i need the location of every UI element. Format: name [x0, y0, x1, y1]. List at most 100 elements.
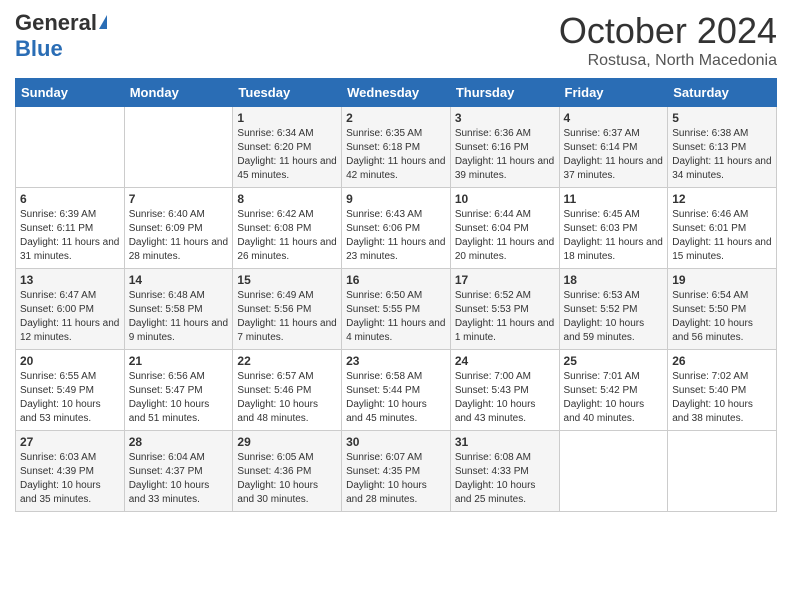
day-number: 2: [346, 111, 446, 125]
day-info: Sunrise: 6:37 AMSunset: 6:14 PMDaylight:…: [564, 127, 664, 183]
calendar-cell: 9 Sunrise: 6:43 AMSunset: 6:06 PMDaylight…: [342, 188, 451, 269]
header-day-monday: Monday: [124, 79, 233, 107]
day-number: 4: [564, 111, 664, 125]
day-info: Sunrise: 6:55 AMSunset: 5:49 PMDaylight:…: [20, 370, 120, 426]
calendar-cell: 18Sunrise: 6:53 AMSunset: 5:52 PMDayligh…: [559, 269, 668, 350]
calendar-cell: 23Sunrise: 6:58 AMSunset: 5:44 PMDayligh…: [342, 350, 451, 431]
calendar-cell: 24Sunrise: 7:00 AMSunset: 5:43 PMDayligh…: [450, 350, 559, 431]
calendar-week-2: 6 Sunrise: 6:39 AMSunset: 6:11 PMDaylight…: [16, 188, 777, 269]
day-info: Sunrise: 6:44 AMSunset: 6:04 PMDaylight:…: [455, 208, 555, 264]
day-info: Sunrise: 6:52 AMSunset: 5:53 PMDaylight:…: [455, 289, 555, 345]
header-day-saturday: Saturday: [668, 79, 777, 107]
logo: General Blue: [15, 10, 107, 62]
header-day-wednesday: Wednesday: [342, 79, 451, 107]
calendar-cell: [559, 431, 668, 512]
calendar-cell: 12 Sunrise: 6:46 AMSunset: 6:01 PMDayligh…: [668, 188, 777, 269]
calendar-cell: [16, 107, 125, 188]
day-info: Sunrise: 6:48 AMSunset: 5:58 PMDaylight:…: [129, 289, 229, 345]
day-number: 30: [346, 435, 446, 449]
logo-blue-text: Blue: [15, 36, 63, 62]
calendar-cell: 14 Sunrise: 6:48 AMSunset: 5:58 PMDayligh…: [124, 269, 233, 350]
calendar-cell: 3Sunrise: 6:36 AMSunset: 6:16 PMDaylight…: [450, 107, 559, 188]
month-title: October 2024: [559, 10, 777, 52]
calendar-cell: 27 Sunrise: 6:03 AMSunset: 4:39 PMDayligh…: [16, 431, 125, 512]
day-info: Sunrise: 6:42 AMSunset: 6:08 PMDaylight:…: [237, 208, 337, 264]
day-info: Sunrise: 6:07 AMSunset: 4:35 PMDaylight:…: [346, 451, 446, 507]
calendar-cell: 20 Sunrise: 6:55 AMSunset: 5:49 PMDayligh…: [16, 350, 125, 431]
header-day-tuesday: Tuesday: [233, 79, 342, 107]
header-day-thursday: Thursday: [450, 79, 559, 107]
calendar-cell: 25 Sunrise: 7:01 AMSunset: 5:42 PMDayligh…: [559, 350, 668, 431]
page: General Blue October 2024 Rostusa, North…: [0, 0, 792, 527]
calendar-cell: 22 Sunrise: 6:57 AMSunset: 5:46 PMDayligh…: [233, 350, 342, 431]
day-number: 18: [564, 273, 664, 287]
header-day-sunday: Sunday: [16, 79, 125, 107]
calendar-cell: 19Sunrise: 6:54 AMSunset: 5:50 PMDayligh…: [668, 269, 777, 350]
day-number: 17: [455, 273, 555, 287]
day-number: 8: [237, 192, 337, 206]
calendar-cell: 28Sunrise: 6:04 AMSunset: 4:37 PMDayligh…: [124, 431, 233, 512]
day-info: Sunrise: 6:35 AMSunset: 6:18 PMDaylight:…: [346, 127, 446, 183]
header: General Blue October 2024 Rostusa, North…: [15, 10, 777, 70]
header-row: SundayMondayTuesdayWednesdayThursdayFrid…: [16, 79, 777, 107]
calendar-header: SundayMondayTuesdayWednesdayThursdayFrid…: [16, 79, 777, 107]
day-info: Sunrise: 6:45 AMSunset: 6:03 PMDaylight:…: [564, 208, 664, 264]
day-number: 22: [237, 354, 337, 368]
day-number: 15: [237, 273, 337, 287]
calendar-cell: 29Sunrise: 6:05 AMSunset: 4:36 PMDayligh…: [233, 431, 342, 512]
calendar-cell: 30 Sunrise: 6:07 AMSunset: 4:35 PMDayligh…: [342, 431, 451, 512]
location-subtitle: Rostusa, North Macedonia: [559, 52, 777, 70]
calendar-cell: 26 Sunrise: 7:02 AMSunset: 5:40 PMDayligh…: [668, 350, 777, 431]
day-number: 11: [564, 192, 664, 206]
calendar-week-3: 13Sunrise: 6:47 AMSunset: 6:00 PMDayligh…: [16, 269, 777, 350]
day-number: 12: [672, 192, 772, 206]
calendar-cell: 4 Sunrise: 6:37 AMSunset: 6:14 PMDaylight…: [559, 107, 668, 188]
day-info: Sunrise: 6:38 AMSunset: 6:13 PMDaylight:…: [672, 127, 772, 183]
day-number: 26: [672, 354, 772, 368]
calendar-week-5: 27 Sunrise: 6:03 AMSunset: 4:39 PMDayligh…: [16, 431, 777, 512]
day-info: Sunrise: 6:49 AMSunset: 5:56 PMDaylight:…: [237, 289, 337, 345]
day-info: Sunrise: 6:40 AMSunset: 6:09 PMDaylight:…: [129, 208, 229, 264]
calendar-cell: 2 Sunrise: 6:35 AMSunset: 6:18 PMDaylight…: [342, 107, 451, 188]
day-info: Sunrise: 6:39 AMSunset: 6:11 PMDaylight:…: [20, 208, 120, 264]
calendar-cell: 31 Sunrise: 6:08 AMSunset: 4:33 PMDayligh…: [450, 431, 559, 512]
day-number: 9: [346, 192, 446, 206]
day-info: Sunrise: 6:08 AMSunset: 4:33 PMDaylight:…: [455, 451, 555, 507]
day-number: 13: [20, 273, 120, 287]
day-number: 10: [455, 192, 555, 206]
day-number: 16: [346, 273, 446, 287]
day-number: 14: [129, 273, 229, 287]
day-info: Sunrise: 6:04 AMSunset: 4:37 PMDaylight:…: [129, 451, 229, 507]
day-info: Sunrise: 6:34 AMSunset: 6:20 PMDaylight:…: [237, 127, 337, 183]
calendar-body: 1 Sunrise: 6:34 AMSunset: 6:20 PMDaylight…: [16, 107, 777, 512]
day-number: 1: [237, 111, 337, 125]
day-number: 27: [20, 435, 120, 449]
day-info: Sunrise: 6:46 AMSunset: 6:01 PMDaylight:…: [672, 208, 772, 264]
day-info: Sunrise: 6:56 AMSunset: 5:47 PMDaylight:…: [129, 370, 229, 426]
calendar-cell: 7 Sunrise: 6:40 AMSunset: 6:09 PMDaylight…: [124, 188, 233, 269]
calendar-cell: 11 Sunrise: 6:45 AMSunset: 6:03 PMDayligh…: [559, 188, 668, 269]
day-info: Sunrise: 6:05 AMSunset: 4:36 PMDaylight:…: [237, 451, 337, 507]
day-info: Sunrise: 7:02 AMSunset: 5:40 PMDaylight:…: [672, 370, 772, 426]
logo-triangle-icon: [99, 15, 107, 29]
day-info: Sunrise: 6:03 AMSunset: 4:39 PMDaylight:…: [20, 451, 120, 507]
day-number: 31: [455, 435, 555, 449]
day-number: 6: [20, 192, 120, 206]
day-number: 19: [672, 273, 772, 287]
day-number: 25: [564, 354, 664, 368]
day-number: 3: [455, 111, 555, 125]
day-number: 7: [129, 192, 229, 206]
calendar-cell: 5Sunrise: 6:38 AMSunset: 6:13 PMDaylight…: [668, 107, 777, 188]
day-info: Sunrise: 6:57 AMSunset: 5:46 PMDaylight:…: [237, 370, 337, 426]
calendar-cell: 6 Sunrise: 6:39 AMSunset: 6:11 PMDaylight…: [16, 188, 125, 269]
day-info: Sunrise: 6:50 AMSunset: 5:55 PMDaylight:…: [346, 289, 446, 345]
day-info: Sunrise: 7:01 AMSunset: 5:42 PMDaylight:…: [564, 370, 664, 426]
day-info: Sunrise: 6:43 AMSunset: 6:06 PMDaylight:…: [346, 208, 446, 264]
title-section: October 2024 Rostusa, North Macedonia: [559, 10, 777, 70]
calendar-week-4: 20 Sunrise: 6:55 AMSunset: 5:49 PMDayligh…: [16, 350, 777, 431]
day-number: 21: [129, 354, 229, 368]
day-number: 20: [20, 354, 120, 368]
calendar-week-1: 1 Sunrise: 6:34 AMSunset: 6:20 PMDaylight…: [16, 107, 777, 188]
calendar-cell: 21 Sunrise: 6:56 AMSunset: 5:47 PMDayligh…: [124, 350, 233, 431]
calendar-cell: 17 Sunrise: 6:52 AMSunset: 5:53 PMDayligh…: [450, 269, 559, 350]
